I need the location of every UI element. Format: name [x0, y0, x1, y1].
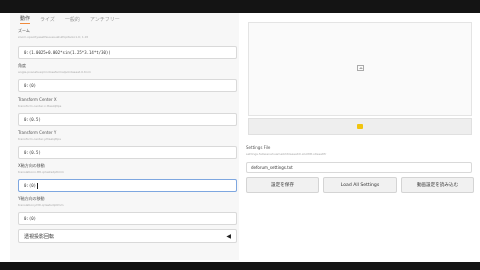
window-bottom-bar — [0, 262, 480, 270]
angle-label: 角度 — [18, 63, 26, 68]
transform-center-x-label: Transform Center X — [18, 97, 57, 102]
save-settings-button[interactable]: 設定を保存 — [246, 177, 319, 193]
folder-icon — [357, 124, 363, 129]
load-all-settings-button[interactable]: Load All Settings — [323, 177, 397, 193]
caret-left-icon: ◀ — [226, 232, 231, 240]
angle-input[interactable]: 0:(0) — [18, 79, 237, 92]
translation-x-input[interactable]: 0:(0) — [18, 179, 237, 192]
translation-y-input[interactable]: 0:(0) — [18, 212, 237, 225]
image-placeholder-icon — [357, 65, 364, 71]
settings-file-input[interactable]: deforum_settings.txt — [246, 162, 472, 173]
tab-noise[interactable]: ライズ — [40, 16, 55, 23]
zoom-input[interactable]: 0:(1.0025+0.002*sin(1.25*3.14*t/30)) — [18, 46, 237, 59]
settings-file-hint: settings.fallsssnehuamaibhtilaasatdl.atu… — [246, 152, 327, 156]
translation-y-hint: translationy.tttl.qrlastsdptlmm — [18, 203, 64, 207]
text-cursor — [37, 182, 38, 189]
translation-x-label: X軸方向の移動 — [18, 163, 45, 168]
translation-y-label: Y軸方向の移動 — [18, 196, 45, 201]
window-top-bar — [0, 0, 480, 13]
perspective-flip-label: 透視投影回転 — [24, 233, 55, 240]
transform-center-y-hint: transform.center.y.ttaalqttps — [18, 137, 61, 141]
transform-center-y-label: Transform Center Y — [18, 130, 57, 135]
transform-center-x-hint: transform.center.x.ttaalqttps — [18, 104, 62, 108]
tab-anti-blur[interactable]: アンチフリー — [90, 16, 120, 23]
tab-coherence[interactable]: 一般的 — [65, 16, 80, 23]
transform-center-x-input[interactable]: 0:(0.5) — [18, 113, 237, 126]
zoom-hint: zoom.opacityasetfeuuasuatulfopitsolo1.0;… — [18, 35, 88, 39]
load-video-settings-button[interactable]: 動画設定を読み込む — [401, 177, 474, 193]
translation-x-value: 0:(0) — [24, 183, 37, 188]
zoom-label: ズーム — [18, 28, 30, 33]
tab-motion[interactable]: 動作 — [20, 15, 31, 24]
settings-file-label: Settings File — [246, 145, 271, 150]
open-folder-button[interactable] — [248, 118, 472, 135]
output-preview — [248, 22, 472, 116]
settings-tabs: 動作 ライズ 一般的 アンチフリー — [20, 13, 130, 25]
transform-center-y-input[interactable]: 0:(0.5) — [18, 146, 237, 159]
motion-settings-panel: 動作 ライズ 一般的 アンチフリー ズーム zoom.opacityasetfe… — [10, 13, 239, 260]
translation-x-hint: translationx.tttl.qrlastsdptlmm — [18, 170, 64, 174]
angle-hint: angle.pvsoatuaqmndosefarmalpolidasaet.0.… — [18, 70, 91, 74]
perspective-flip-dropdown[interactable]: 透視投影回転 ◀ — [18, 229, 237, 243]
